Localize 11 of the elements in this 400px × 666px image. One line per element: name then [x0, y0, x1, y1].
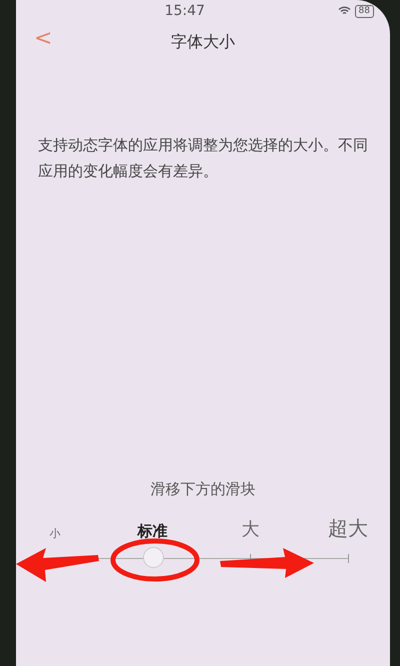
size-option-label[interactable]: 超大 — [328, 513, 368, 543]
slider-thumb[interactable] — [142, 547, 164, 568]
page-title: 字体大小 — [171, 31, 235, 53]
wifi-icon — [338, 6, 351, 16]
size-option-label[interactable]: 小 — [50, 526, 60, 542]
size-option-label[interactable]: 大 — [241, 516, 260, 543]
size-option-label[interactable]: 标准 — [138, 520, 168, 542]
battery-level: 88 — [354, 4, 374, 18]
clock-time: 15:47 — [164, 2, 205, 20]
slider-hint: 滑移下方的滑块 — [150, 478, 256, 500]
description-text: 支持动态字体的应用将调整为您选择的大小。不同应用的变化幅度会有差异。 — [38, 135, 369, 182]
